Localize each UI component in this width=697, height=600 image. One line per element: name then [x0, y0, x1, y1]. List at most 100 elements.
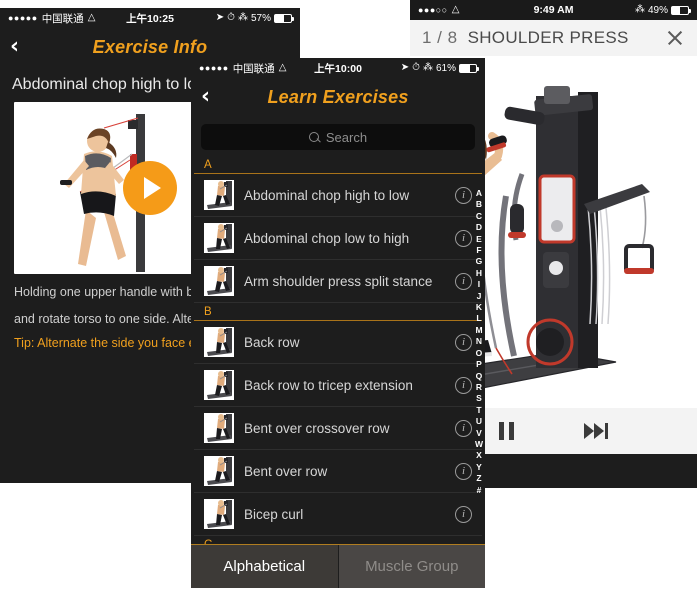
back-button[interactable]: ‹	[201, 86, 210, 108]
exercise-thumbnail-icon	[204, 370, 234, 400]
close-icon[interactable]	[665, 28, 685, 48]
alpha-index-H[interactable]: H	[476, 268, 482, 279]
search-input[interactable]: Search	[201, 124, 475, 150]
signal-dots-icon: ●●●●●	[8, 12, 38, 23]
search-placeholder: Search	[325, 129, 368, 145]
play-button[interactable]	[123, 161, 177, 215]
section-header-A: A	[194, 156, 482, 174]
tab-muscle-group[interactable]: Muscle Group	[337, 545, 485, 588]
alpha-index-L[interactable]: L	[476, 313, 481, 324]
wifi-icon: △	[451, 4, 460, 15]
alpha-index-N[interactable]: N	[476, 336, 482, 347]
alpha-index-hash[interactable]: #	[477, 485, 482, 496]
page-title: Learn Exercises	[267, 86, 409, 107]
exercise-thumbnail-icon	[204, 456, 234, 486]
alpha-index-S[interactable]: S	[476, 393, 482, 404]
alarm-icon: ⏱	[412, 62, 420, 73]
battery-icon	[274, 13, 294, 23]
step-counter: 1 / 8	[422, 28, 458, 47]
list-item[interactable]: Abdominal chop high to low i	[194, 174, 482, 217]
alpha-index-B[interactable]: B	[476, 199, 482, 210]
carrier-label: 中国联通	[232, 62, 275, 75]
info-icon[interactable]: i	[455, 419, 472, 437]
exercise-thumbnail-icon	[204, 413, 234, 443]
screenshot-stage: ●●●●● 中国联通 △ 上午10:25 ➤ ⏱ ⁂ 57% ‹ Exercis…	[0, 0, 697, 600]
alpha-index-Y[interactable]: Y	[476, 462, 482, 473]
exercise-thumbnail-icon	[204, 327, 234, 357]
alpha-index-W[interactable]: W	[475, 439, 483, 450]
alpha-index-X[interactable]: X	[476, 450, 482, 461]
alarm-icon: ⏱	[227, 12, 235, 23]
section-header-B: B	[194, 303, 482, 321]
bluetooth-icon: ⁂	[237, 12, 248, 23]
list-item[interactable]: Arm shoulder press split stance i	[194, 260, 482, 303]
alpha-index-V[interactable]: V	[476, 428, 482, 439]
alpha-index-U[interactable]: U	[476, 416, 482, 427]
alpha-index-C[interactable]: C	[476, 211, 482, 222]
exercise-name: Back row to tricep extension	[244, 377, 413, 393]
exercise-list[interactable]: A Abdominal chop high to low i Abdominal ch…	[191, 156, 485, 554]
info-icon[interactable]: i	[455, 229, 472, 247]
location-icon: ➤	[215, 12, 225, 23]
list-item[interactable]: Back row to tricep extension i	[194, 364, 482, 407]
list-item[interactable]: Abdominal chop low to high i	[194, 217, 482, 260]
left-statusbar: ●●●●● 中国联通 △ 上午10:25 ➤ ⏱ ⁂ 57%	[0, 8, 300, 28]
mid-statusbar: ●●●●● 中国联通 △ 上午10:00 ➤ ⏱ ⁂ 61%	[191, 58, 485, 78]
alpha-index-R[interactable]: R	[476, 382, 482, 393]
wifi-icon: △	[87, 12, 96, 23]
alpha-index-F[interactable]: F	[476, 245, 481, 256]
search-container: Search	[191, 116, 485, 156]
back-button[interactable]: ‹	[10, 36, 19, 58]
info-icon[interactable]: i	[455, 462, 472, 480]
exercise-name: Bent over row	[244, 463, 328, 479]
exercise-name: Abdominal chop low to high	[244, 230, 410, 246]
list-item[interactable]: Bent over row i	[194, 450, 482, 493]
battery-icon	[459, 63, 479, 73]
list-item[interactable]: Bent over crossover row i	[194, 407, 482, 450]
info-icon[interactable]: i	[455, 505, 472, 523]
alpha-index-T[interactable]: T	[476, 405, 481, 416]
mid-navbar: ‹ Learn Exercises	[191, 78, 485, 116]
alpha-index-E[interactable]: E	[476, 234, 482, 245]
tab-alphabetical[interactable]: Alphabetical	[191, 545, 338, 588]
exercise-name: Back row	[244, 334, 300, 350]
alpha-index-Z[interactable]: Z	[476, 473, 481, 484]
alpha-index-K[interactable]: K	[476, 302, 482, 313]
video-header-bar: 1 / 8 SHOULDER PRESS	[410, 20, 697, 56]
list-item[interactable]: Back row i	[194, 321, 482, 364]
battery-percent: 57%	[250, 12, 271, 24]
exercise-name: Bent over crossover row	[244, 420, 390, 436]
pause-icon[interactable]	[499, 422, 514, 440]
exercise-thumbnail-icon	[204, 223, 234, 253]
exercise-title: SHOULDER PRESS	[467, 28, 629, 47]
list-item[interactable]: Bicep curl i	[194, 493, 482, 536]
alphabet-index[interactable]: A B C D E F G H I J K L M N O P Q R S T U V W X Y Z #	[475, 188, 483, 496]
alpha-index-Q[interactable]: Q	[476, 371, 483, 382]
battery-percent: 61%	[435, 62, 456, 74]
alpha-index-G[interactable]: G	[476, 256, 483, 267]
exercise-name: Bicep curl	[244, 506, 304, 522]
right-statusbar: ●●●○○ △ 9:49 AM ⁂ 49%	[410, 0, 697, 20]
alpha-index-I[interactable]: I	[478, 279, 480, 290]
alpha-index-O[interactable]: O	[476, 348, 483, 359]
exercise-name: Arm shoulder press split stance	[244, 273, 433, 289]
signal-dots-icon: ●●●○○	[418, 4, 448, 15]
alpha-index-P[interactable]: P	[476, 359, 482, 370]
alpha-index-D[interactable]: D	[476, 222, 482, 233]
signal-dots-icon: ●●●●●	[199, 62, 229, 73]
segment-tabbar: Alphabetical Muscle Group	[191, 544, 485, 588]
info-icon[interactable]: i	[455, 272, 472, 290]
exercise-thumbnail-icon	[204, 266, 234, 296]
info-icon[interactable]: i	[455, 376, 472, 394]
battery-percent: 49%	[647, 4, 668, 16]
battery-icon	[671, 5, 691, 15]
search-icon	[308, 131, 320, 143]
alpha-index-A[interactable]: A	[476, 188, 482, 199]
info-icon[interactable]: i	[455, 186, 472, 204]
alpha-index-M[interactable]: M	[475, 325, 482, 336]
alpha-index-J[interactable]: J	[477, 291, 482, 302]
info-icon[interactable]: i	[455, 333, 472, 351]
page-title: Exercise Info	[92, 36, 208, 57]
next-track-icon[interactable]	[584, 423, 608, 439]
phone-learn-exercises: ●●●●● 中国联通 △ 上午10:00 ➤ ⏱ ⁂ 61% ‹ Learn E…	[191, 58, 485, 588]
